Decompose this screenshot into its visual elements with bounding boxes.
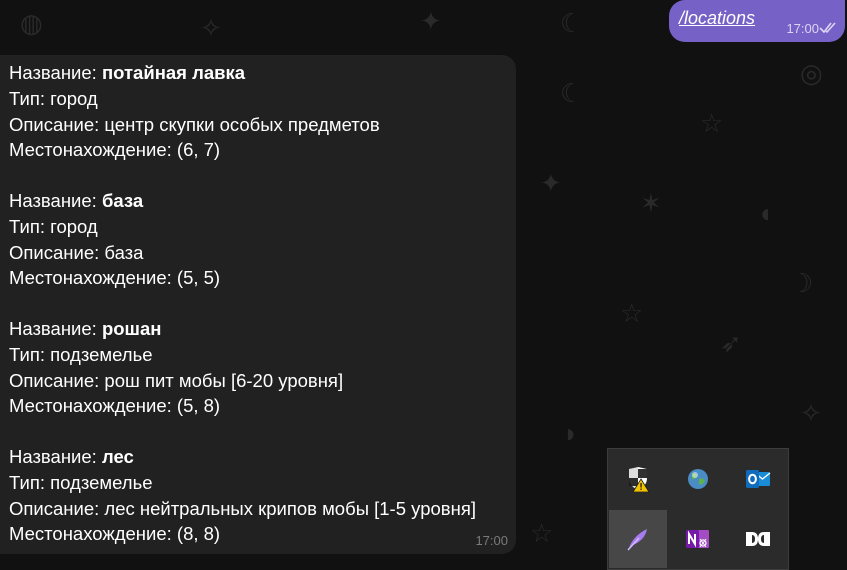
location-name-line: Название: база bbox=[9, 190, 144, 211]
outgoing-message[interactable]: /locations 17:00 bbox=[669, 0, 845, 42]
tray-item-security[interactable] bbox=[609, 450, 667, 508]
location-entry: Название: потайная лавка Тип: город Опис… bbox=[9, 60, 509, 163]
star-doodle-icon: ✧ bbox=[800, 398, 822, 428]
star-doodle-icon: ☆ bbox=[620, 298, 644, 328]
planet-doodle-icon: ◑ bbox=[560, 418, 576, 448]
command-link[interactable]: /locations bbox=[679, 8, 755, 29]
location-entry: Название: лес Тип: подземелье Описание: … bbox=[9, 444, 509, 547]
location-name-line: Название: лес bbox=[9, 446, 134, 467]
star-doodle-icon: ☆ bbox=[530, 518, 554, 548]
location-description: Описание: центр скупки особых предметов bbox=[9, 113, 380, 135]
location-type: Тип: город bbox=[9, 215, 98, 237]
location-description: Описание: лес нейтральных крипов мобы [1… bbox=[9, 497, 476, 519]
moon-doodle-icon: ☽ bbox=[790, 268, 814, 298]
location-name: лес bbox=[101, 446, 134, 467]
tray-item-feather[interactable] bbox=[609, 510, 667, 568]
rocket-doodle-icon: ➶ bbox=[720, 328, 742, 358]
location-name: база bbox=[101, 190, 144, 211]
location-type: Тип: подземелье bbox=[9, 343, 153, 365]
planet-doodle-icon: ◍ bbox=[20, 8, 43, 38]
dolby-icon bbox=[746, 532, 770, 546]
location-type: Тип: подземелье bbox=[9, 471, 153, 493]
star-doodle-icon: ✧ bbox=[200, 13, 222, 43]
location-position: Местонахождение: (8, 8) bbox=[9, 523, 221, 545]
outlook-icon bbox=[746, 470, 771, 488]
location-description: Описание: рош пит мобы [6-20 уровня] bbox=[9, 369, 344, 391]
location-entry: Название: рошан Тип: подземелье Описание… bbox=[9, 316, 509, 419]
onenote-icon bbox=[686, 530, 709, 548]
moon-doodle-icon: ☾ bbox=[560, 78, 584, 108]
double-check-icon bbox=[819, 22, 836, 34]
message-time: 17:00 bbox=[475, 533, 508, 548]
incoming-message[interactable]: Название: потайная лавка Тип: город Опис… bbox=[0, 55, 516, 554]
location-entry: Название: база Тип: город Описание: база… bbox=[9, 188, 509, 291]
tray-overflow-popup bbox=[607, 448, 789, 570]
feather-icon bbox=[627, 529, 647, 551]
location-name: рошан bbox=[101, 318, 162, 339]
tray-item-outlook[interactable] bbox=[729, 450, 787, 508]
location-description: Описание: база bbox=[9, 241, 144, 263]
location-type: Тип: город bbox=[9, 87, 98, 109]
star-doodle-icon: ☆ bbox=[700, 108, 724, 138]
planet-doodle-icon: ◎ bbox=[800, 58, 823, 88]
tray-item-onenote[interactable] bbox=[669, 510, 727, 568]
network-globe-icon bbox=[688, 469, 708, 489]
tray-item-network[interactable] bbox=[669, 450, 727, 508]
star-doodle-icon: ✦ bbox=[420, 6, 442, 36]
location-name-line: Название: потайная лавка bbox=[9, 62, 246, 83]
location-position: Местонахождение: (5, 8) bbox=[9, 395, 221, 417]
location-name: потайная лавка bbox=[101, 62, 246, 83]
message-time: 17:00 bbox=[786, 21, 819, 36]
planet-doodle-icon: ◐ bbox=[760, 198, 776, 228]
star-doodle-icon: ✦ bbox=[540, 168, 562, 198]
moon-doodle-icon: ☾ bbox=[560, 8, 584, 38]
location-position: Местонахождение: (5, 5) bbox=[9, 267, 221, 289]
location-position: Местонахождение: (6, 7) bbox=[9, 139, 221, 161]
security-warning-icon bbox=[629, 467, 650, 492]
star-doodle-icon: ✶ bbox=[640, 188, 662, 218]
location-name-line: Название: рошан bbox=[9, 318, 162, 339]
tray-item-dolby[interactable] bbox=[729, 510, 787, 568]
